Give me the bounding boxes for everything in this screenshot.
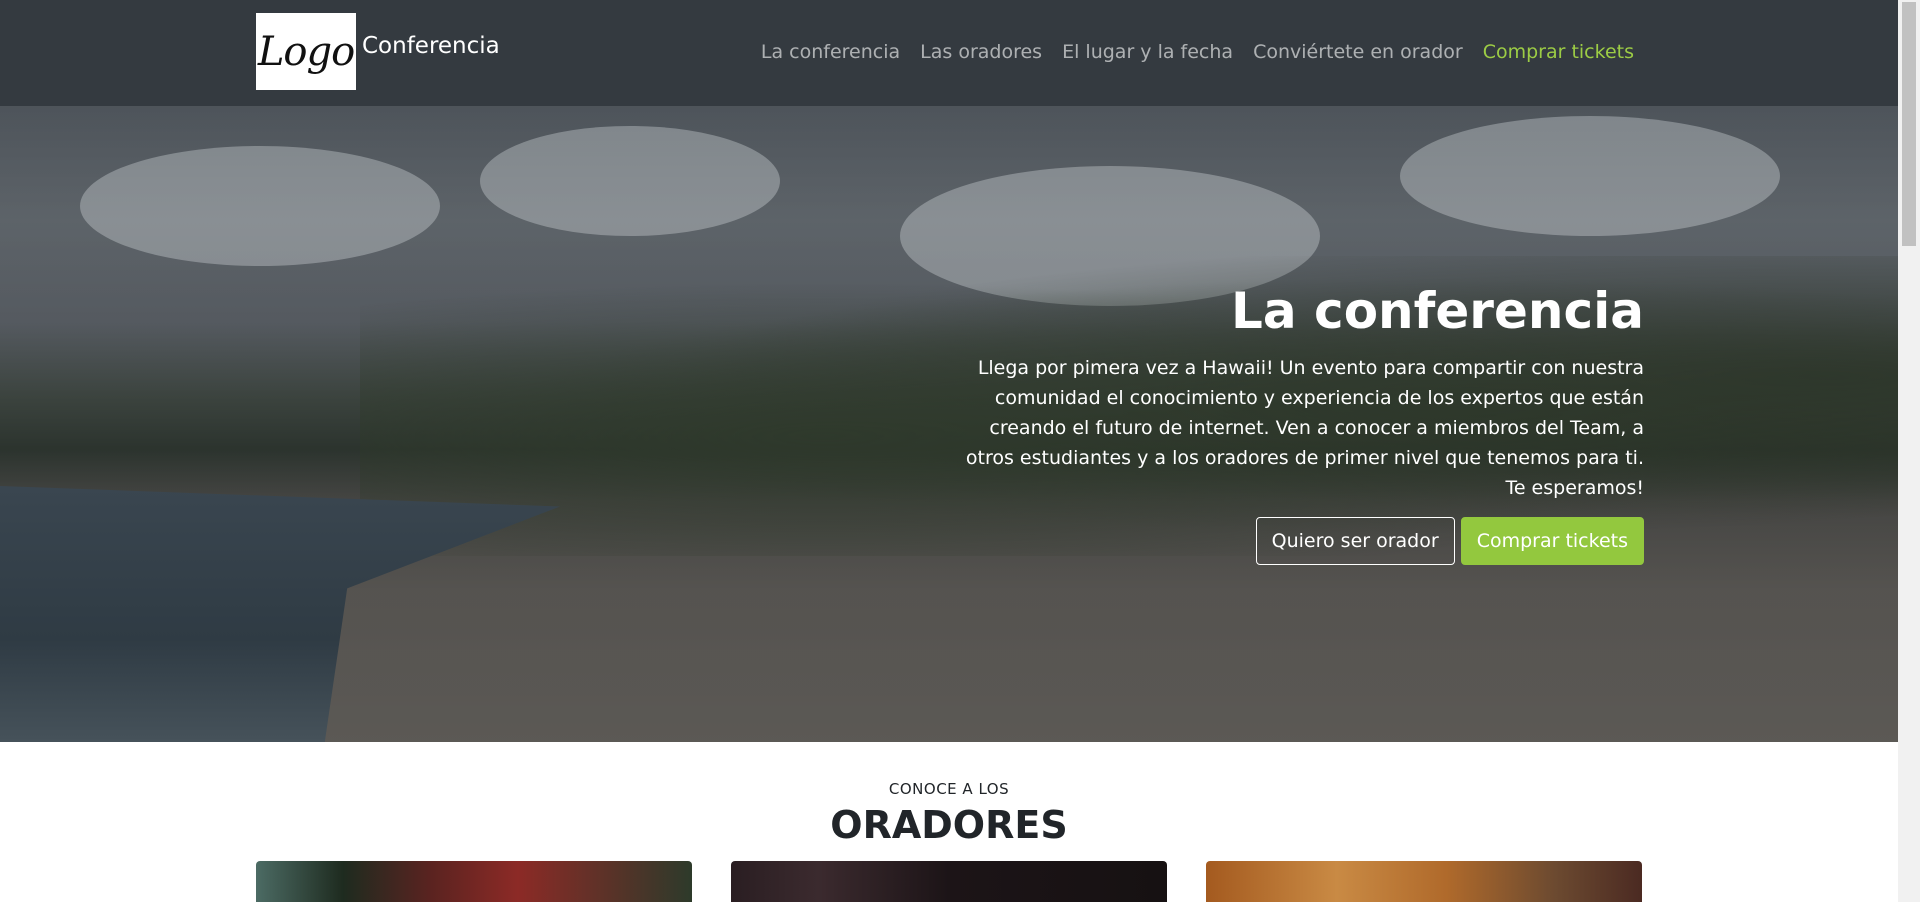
speaker-card-image[interactable] — [256, 861, 692, 902]
nav-link-las-oradores[interactable]: Las oradores — [920, 41, 1042, 63]
hero-banner: La conferencia Llega por pimera vez a Ha… — [0, 106, 1898, 742]
hero-description: Llega por pimera vez a Hawaii! Un evento… — [965, 357, 1644, 499]
scrollbar-thumb[interactable] — [1902, 2, 1916, 246]
speakers-title: ORADORES — [830, 803, 1068, 847]
nav-link-comprar-tickets[interactable]: Comprar tickets — [1483, 41, 1634, 63]
hero-background-sea — [0, 486, 560, 742]
hero-background-cloud — [1400, 116, 1780, 236]
logo-text: Logo — [257, 28, 355, 75]
page-scrollbar[interactable] — [1898, 0, 1920, 902]
speaker-card-image[interactable] — [731, 861, 1167, 902]
hero-buttons: Quiero ser orador Comprar tickets — [944, 517, 1644, 565]
hero-background-cloud — [80, 146, 440, 266]
nav-links: La conferencia Las oradores El lugar y l… — [761, 41, 1634, 63]
brand-title[interactable]: Conferencia — [362, 33, 500, 59]
hero-content: La conferencia Llega por pimera vez a Ha… — [944, 284, 1644, 565]
logo[interactable]: Logo — [256, 13, 356, 90]
nav-link-lugar-fecha[interactable]: El lugar y la fecha — [1062, 41, 1233, 63]
speakers-kicker: CONOCE A LOS — [888, 780, 1010, 798]
hero-background-cloud — [480, 126, 780, 236]
hero-title: La conferencia — [1231, 282, 1644, 340]
buy-tickets-button[interactable]: Comprar tickets — [1460, 517, 1644, 565]
become-speaker-button[interactable]: Quiero ser orador — [1255, 517, 1455, 565]
navbar: Logo Conferencia La conferencia Las orad… — [0, 0, 1898, 106]
nav-link-conviertete-orador[interactable]: Conviértete en orador — [1253, 41, 1463, 63]
speaker-card-image[interactable] — [1206, 861, 1642, 902]
nav-link-la-conferencia[interactable]: La conferencia — [761, 41, 900, 63]
